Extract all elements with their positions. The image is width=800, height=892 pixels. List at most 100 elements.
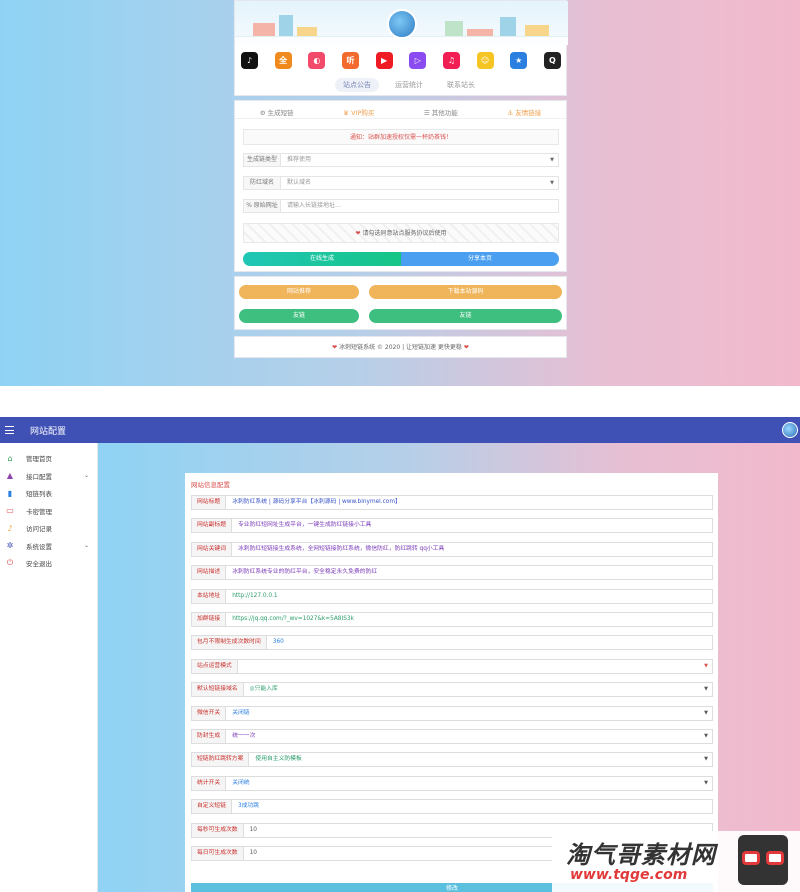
banner-card: ♪ 全 ◐ 听 ▶ ▷ ♫ ☺ ★ Q 站点公告 运营统计 联系站长 [234, 0, 568, 96]
star-icon[interactable]: ★ [510, 52, 528, 69]
dropdown-caret-icon: ▼ [550, 180, 554, 186]
config-value: 专业防红短网址生成平台，一键生成防红链接小工具 [238, 522, 372, 529]
arrow-icon: ▲ [6, 471, 14, 480]
watermark-url: www.tqge.com [570, 867, 688, 883]
sidebar-item-2[interactable]: ▮ 短链列表 [0, 484, 98, 502]
config-input[interactable]: 冰刺防红系统 | 源码分享平台【冰刺源码 | www.binymel.com】 [226, 495, 713, 510]
dropdown-caret-icon: ▼ [704, 662, 708, 669]
config-select[interactable]: ◎只能入库 ▼ [243, 682, 713, 698]
config-input[interactable]: 冰刺防红短链接生成系统，全网短链接防红系统，微信防红，防红跳转 qq小工具 [232, 541, 713, 557]
config-input[interactable]: https://jq.qq.com/?_wv=1027&k=5A8IS3k [226, 612, 713, 627]
function-nav: ⚙ 生成短链 ♛ VIP购买 ☰ 其他功能 ⚓ 友情链接 [235, 105, 566, 119]
generate-button[interactable]: 在线生成 [243, 252, 401, 266]
config-select[interactable]: 统一一次 ▼ [226, 729, 713, 744]
card-icon: ▭ [6, 506, 14, 515]
config-select[interactable]: 关闭统 ▼ [226, 775, 713, 791]
config-label: 网站副标题 [191, 518, 232, 534]
config-value: 关闭统 [232, 779, 250, 786]
domain-select[interactable]: 防红域名 默认域名 ▼ [243, 176, 559, 190]
admin-topbar: 网站配置 [0, 417, 800, 443]
sidebar-item-label: 访问记录 [26, 525, 52, 533]
config-input[interactable]: 3成功跳 [232, 799, 713, 815]
site-logo [387, 9, 417, 39]
friend-link-left-button[interactable]: 友链 [239, 309, 359, 323]
field-label: 生成链类型 [243, 153, 281, 167]
download-source-button[interactable]: 下载本站源码 [369, 285, 562, 299]
watermark-title: 淘气哥素材网 [566, 841, 716, 869]
config-value: 10 [249, 826, 257, 833]
dropdown-caret-icon: ▼ [704, 756, 708, 763]
config-row: 网站关键词 冰刺防红短链接生成系统，全网短链接防红系统，微信防红，防红跳转 qq小… [191, 541, 713, 557]
config-input[interactable]: 冰刺防红系统专业的防红平台，安全稳定永久免费的防红 [226, 565, 713, 581]
share-button[interactable]: 分享本页 [401, 252, 559, 266]
heart-icon: ❤ [463, 344, 469, 351]
sidebar-item-label: 系统设置 [26, 542, 52, 551]
config-value: 使用自主义防模板 [255, 756, 302, 763]
emoji-icon[interactable]: ☺ [476, 52, 494, 69]
sidebar-item-6[interactable]: ⏻ 安全退出 [0, 554, 98, 572]
config-row: 加群链接 https://jq.qq.com/?_wv=1027&k=5A8IS3… [191, 612, 713, 627]
tab-stats[interactable]: 运营统计 [387, 78, 431, 92]
nav-links[interactable]: ⚓ 友情链接 [507, 107, 541, 117]
config-row: 站点运营模式 ▼ [191, 658, 713, 674]
dropdown-caret-icon: ▼ [704, 733, 708, 739]
douyin-icon[interactable]: ♪ [241, 52, 258, 69]
video-icon[interactable]: ▷ [409, 52, 427, 69]
config-row: 防封生成 统一一次 ▼ [191, 729, 713, 744]
config-value: 10 [249, 850, 257, 856]
avatar[interactable] [782, 422, 798, 438]
weishi-icon[interactable]: ◐ [308, 52, 326, 69]
config-select[interactable]: ▼ [237, 658, 713, 674]
qq-icon[interactable]: Q [543, 52, 561, 69]
sidebar-item-4[interactable]: ♪ 访问记录 [0, 519, 98, 537]
field-label: 防红域名 [243, 176, 281, 190]
recommend-button[interactable]: 网站推荐 [239, 285, 359, 299]
info-tabs: 站点公告 运营统计 联系站长 [335, 78, 483, 92]
nav-generate[interactable]: ⚙ 生成短链 [260, 107, 294, 117]
long-url-input[interactable]: % 原始网址 请输入长链接地址... [243, 199, 559, 213]
config-row: 包月不限制生成次数时间 360 [191, 635, 713, 651]
watermark-logo: 淘气哥素材网 www.tqge.com [552, 831, 800, 892]
config-value: 冰刺防红系统专业的防红平台，安全稳定永久免费的防红 [232, 569, 378, 576]
book-icon: ▮ [7, 488, 13, 498]
config-row: 网站标题 冰刺防红系统 | 源码分享平台【冰刺源码 | www.binymel.c… [191, 495, 713, 510]
config-input[interactable]: 360 [266, 635, 713, 651]
sidebar-item-label: 接口配置 [26, 472, 52, 481]
bell-icon: ♪ [7, 523, 13, 533]
hamburger-menu-icon[interactable] [5, 426, 14, 434]
sidebar-item-0[interactable]: ⌂ 管理首页 [0, 449, 98, 467]
link-type-select[interactable]: 生成链类型 推荐使用 ▼ [243, 153, 559, 167]
agreement-box[interactable]: ❤ 请勾选同意站点服务协议后使用 [243, 223, 559, 243]
friend-link-right-button[interactable]: 友链 [369, 309, 562, 323]
config-select[interactable]: 使用自主义防模板 ▼ [249, 752, 713, 768]
dropdown-caret-icon: ▼ [704, 686, 708, 693]
quanmin-icon[interactable]: 全 [274, 52, 292, 69]
youtube-icon[interactable]: ▶ [375, 52, 393, 69]
shortlink-form-card: ⚙ 生成短链 ♛ VIP购买 ☰ 其他功能 ⚓ 友情链接 通知：站群加速授权仅需… [234, 100, 567, 272]
sidebar-item-label: 卡密管理 [26, 507, 52, 516]
chevron-down-icon: ⌄ [83, 542, 89, 549]
home-icon: ⌂ [7, 453, 13, 463]
sidebar-item-1[interactable]: ▲ 接口配置 ⌄ [0, 467, 98, 485]
config-value: https://jq.qq.com/?_wv=1027&k=5A8IS3k [232, 616, 354, 622]
config-label: 短链防红跳转方案 [191, 752, 250, 768]
config-label: 自定义短链 [191, 799, 232, 815]
config-select[interactable]: 关闭链 ▼ [226, 705, 713, 721]
tab-contact[interactable]: 联系站长 [439, 78, 483, 92]
config-label: 加群链接 [191, 612, 227, 627]
config-input[interactable]: 专业防红短网址生成平台，一键生成防红链接小工具 [232, 518, 713, 534]
dropdown-caret-icon: ▼ [704, 709, 708, 716]
music-icon[interactable]: ♫ [442, 52, 460, 69]
config-value: http://127.0.0.1 [232, 592, 278, 599]
front-preview: ♪ 全 ◐ 听 ▶ ▷ ♫ ☺ ★ Q 站点公告 运营统计 联系站长 ⚙ 生成短链 ♛ VIP购买… [0, 0, 800, 386]
config-input[interactable]: http://127.0.0.1 [226, 588, 713, 604]
config-row: 短链防红跳转方案 使用自主义防模板 ▼ [191, 752, 713, 768]
tab-announcement[interactable]: 站点公告 [335, 78, 379, 92]
nav-other[interactable]: ☰ 其他功能 [424, 107, 458, 117]
nav-vip[interactable]: ♛ VIP购买 [343, 107, 374, 117]
config-label: 网站标题 [191, 495, 227, 510]
sidebar-item-3[interactable]: ▭ 卡密管理 [0, 502, 98, 520]
sidebar-item-label: 安全退出 [26, 560, 52, 568]
sidebar-item-5[interactable]: ✲ 系统设置 ⌄ [0, 537, 98, 555]
ting-icon[interactable]: 听 [341, 52, 359, 69]
